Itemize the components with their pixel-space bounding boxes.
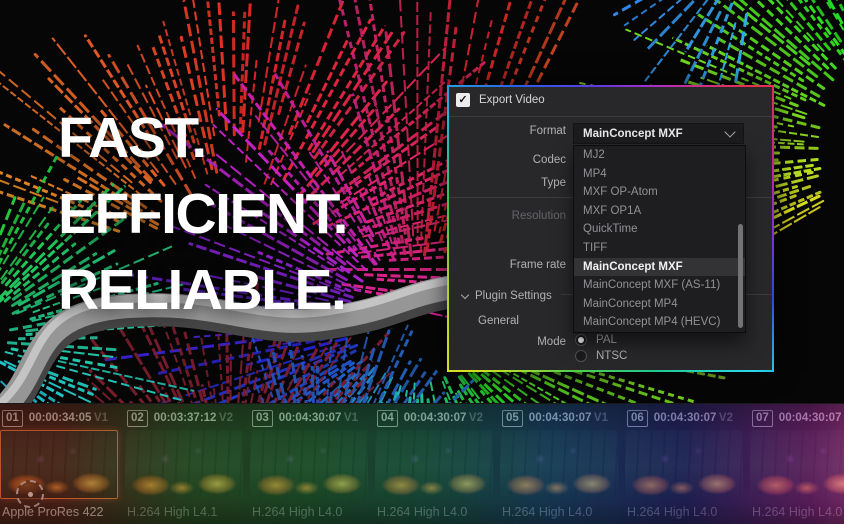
dropdown-option[interactable]: MainConcept MP4 (HEVC) [574, 313, 745, 332]
clip-thumbnail[interactable] [625, 430, 743, 499]
capture-reticle-icon [16, 480, 44, 508]
clip-timecode: 00:04:30:07 [279, 412, 342, 424]
dropdown-option[interactable]: QuickTime [574, 220, 745, 239]
clip-number-badge: 01 [2, 410, 23, 427]
radio-ntsc[interactable] [575, 350, 587, 362]
codec-label: Codec [449, 154, 566, 166]
format-dropdown-list: MJ2 MP4 MXF OP-Atom MXF OP1A QuickTime T… [573, 145, 746, 333]
clip-track-label: V2 [219, 412, 233, 424]
mode-label: Mode [449, 336, 566, 348]
format-dropdown[interactable]: MainConcept MXF [573, 123, 744, 144]
clip-codec-label: H.264 High L4.0 [502, 505, 618, 519]
clip-codec-label: Apple ProRes 422 [2, 505, 118, 519]
general-label: General [478, 315, 519, 327]
clip-timecode: 00:04:30:07 [529, 412, 592, 424]
clip-thumbnail[interactable] [375, 430, 493, 499]
clip-track-label: V1 [344, 412, 358, 424]
export-dialog-panel: ✓ Export Video Format MainConcept MXF Co… [449, 87, 772, 370]
ntsc-label: NTSC [596, 350, 627, 362]
clip-codec-label: H.264 High L4.1 [127, 505, 243, 519]
format-dropdown-value: MainConcept MXF [583, 128, 683, 140]
clip-codec-label: H.264 High L4.0 [377, 505, 493, 519]
type-label: Type [449, 177, 566, 189]
timeline-clip[interactable]: 03 00:04:30:07 V1 H.264 High L4.0 [250, 404, 368, 524]
clip-thumbnail[interactable] [125, 430, 243, 499]
chevron-down-icon [724, 126, 735, 137]
clip-timecode: 00:03:37:12 [154, 412, 217, 424]
timeline-clip[interactable]: 05 00:04:30:07 V1 H.264 High L4.0 [500, 404, 618, 524]
clip-thumbnail[interactable] [250, 430, 368, 499]
dropdown-option[interactable]: MXF OP-Atom [574, 183, 745, 202]
plugin-settings-toggle[interactable]: Plugin Settings [462, 290, 552, 302]
dropdown-option-selected[interactable]: MainConcept MXF [574, 258, 745, 277]
dropdown-option[interactable]: MJ2 [574, 146, 745, 165]
ray-decoration [18, 336, 99, 340]
timeline-clip[interactable]: 06 00:04:30:07 V2 H.264 High L4.0 [625, 404, 743, 524]
ray-decoration [416, 0, 419, 246]
clip-number-badge: 07 [752, 410, 773, 427]
export-video-label: Export Video [479, 94, 545, 106]
dropdown-option[interactable]: MainConcept MXF (AS-11) [574, 276, 745, 295]
timeline-clip[interactable]: 01 00:00:34:05 V1 Apple ProRes 422 [0, 404, 118, 524]
headline: FAST. EFFICIENT. RELIABLE. [58, 100, 347, 328]
clip-timecode: 00:00:34:05 [29, 412, 92, 424]
chevron-down-icon [461, 291, 469, 299]
clip-codec-label: H.264 High L4.0 [627, 505, 743, 519]
clip-track-label: V1 [94, 412, 108, 424]
headline-line: RELIABLE. [58, 252, 347, 328]
clip-number-badge: 06 [627, 410, 648, 427]
dropdown-option[interactable]: MXF OP1A [574, 202, 745, 221]
format-label: Format [449, 125, 566, 137]
divider [449, 116, 772, 117]
export-video-checkbox[interactable]: ✓ [456, 93, 470, 107]
clip-codec-label: H.264 High L4.0 [252, 505, 368, 519]
dropdown-option[interactable]: TIFF [574, 239, 745, 258]
clip-number-badge: 03 [252, 410, 273, 427]
timeline-clip[interactable]: 04 00:04:30:07 V2 H.264 High L4.0 [375, 404, 493, 524]
export-dialog: ✓ Export Video Format MainConcept MXF Co… [447, 85, 774, 372]
clip-thumbnail[interactable] [750, 430, 844, 499]
plugin-settings-label: Plugin Settings [475, 290, 552, 302]
clip-track-label: V2 [469, 412, 483, 424]
dropdown-scrollbar[interactable] [738, 224, 743, 328]
clip-track-label: V2 [719, 412, 733, 424]
frame-rate-label: Frame rate [449, 259, 566, 271]
clip-timecode: 00:04:30:07 [654, 412, 717, 424]
dropdown-option[interactable]: MP4 [574, 165, 745, 184]
clip-number-badge: 02 [127, 410, 148, 427]
clip-number-badge: 05 [502, 410, 523, 427]
resolution-label: Resolution [449, 210, 566, 222]
radio-pal[interactable] [575, 334, 587, 346]
timeline-clip[interactable]: 02 00:03:37:12 V2 H.264 High L4.1 [125, 404, 243, 524]
dropdown-option[interactable]: MainConcept MP4 [574, 295, 745, 314]
headline-line: FAST. [58, 100, 347, 176]
pal-label: PAL [596, 334, 617, 346]
timeline-strip: 01 00:00:34:05 V1 Apple ProRes 422 02 00… [0, 403, 844, 524]
clip-number-badge: 04 [377, 410, 398, 427]
stage: FAST. EFFICIENT. RELIABLE. ✓ Export Vide… [0, 0, 844, 524]
headline-line: EFFICIENT. [58, 176, 347, 252]
clip-timecode: 00:04:30:07 [779, 412, 842, 424]
timeline-clip[interactable]: 07 00:04:30:07 H.264 High L4.0 [750, 404, 844, 524]
clip-timecode: 00:04:30:07 [404, 412, 467, 424]
clip-track-label: V1 [594, 412, 608, 424]
clip-codec-label: H.264 High L4.0 [752, 505, 844, 519]
clip-thumbnail[interactable] [500, 430, 618, 499]
